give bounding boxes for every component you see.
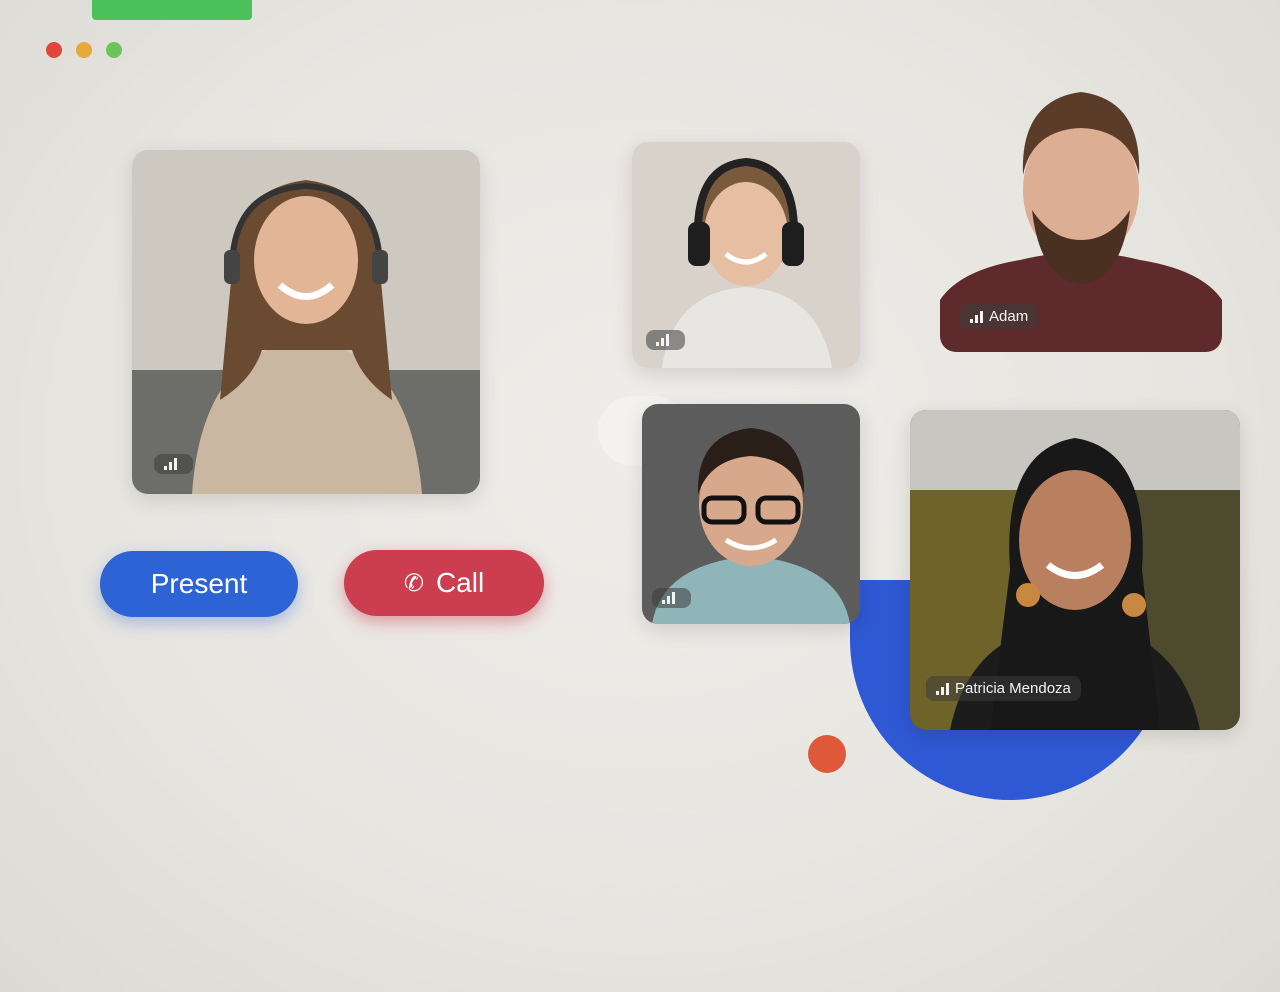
participant-name-tag	[646, 330, 685, 350]
phone-icon: ✆	[403, 569, 424, 597]
participant-video	[132, 150, 480, 494]
signal-icon	[936, 682, 949, 695]
top-green-bar	[92, 0, 252, 20]
participant-tile-adam[interactable]: Adam	[940, 80, 1222, 352]
participant-name-tag	[652, 588, 691, 608]
participant-tile-2[interactable]	[632, 142, 860, 368]
minimize-dot[interactable]	[76, 42, 92, 58]
window-controls	[46, 42, 122, 58]
present-button[interactable]: Present	[100, 551, 298, 617]
signal-icon	[970, 310, 983, 323]
call-button[interactable]: ✆ Call	[344, 550, 544, 616]
participant-name-tag: Adam	[960, 304, 1039, 329]
participant-name: Patricia Mendoza	[955, 680, 1071, 697]
call-label: Call	[435, 567, 485, 598]
decorative-orange-dot	[808, 735, 846, 773]
participant-tile-patricia[interactable]: Patricia Mendoza	[910, 410, 1240, 730]
present-label: Present	[150, 568, 248, 599]
signal-icon	[164, 458, 177, 470]
meeting-screen: Adam Patricia Mendoza Present ✆ Call	[0, 0, 1280, 992]
participant-tile-4[interactable]	[642, 404, 860, 624]
participant-tile-host[interactable]	[132, 150, 480, 494]
participant-name-tag	[154, 454, 193, 474]
close-dot[interactable]	[46, 42, 62, 58]
participant-name: Adam	[989, 308, 1029, 325]
maximize-dot[interactable]	[106, 42, 122, 58]
signal-icon	[662, 592, 675, 604]
signal-icon	[656, 334, 669, 346]
participant-name-tag: Patricia Mendoza	[926, 676, 1081, 701]
